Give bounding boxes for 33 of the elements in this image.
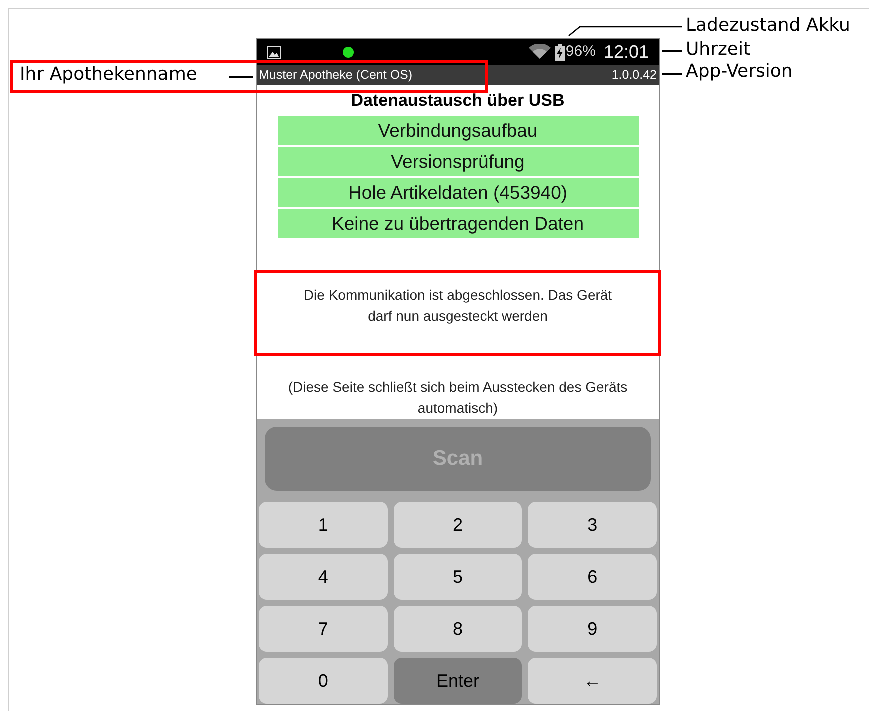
keypad-key[interactable]: 1 [259, 502, 388, 548]
screen-title: Datenaustausch über USB [351, 90, 565, 112]
progress-step: Verbindungsaufbau [278, 116, 638, 145]
keypad-key[interactable]: 3 [528, 502, 657, 548]
keypad-key[interactable]: 9 [528, 606, 657, 652]
keypad-key[interactable]: 2 [394, 502, 522, 548]
progress-step: Keine zu übertragenden Daten [278, 209, 638, 238]
annotation-label: Ladezustand Akku [686, 14, 850, 38]
keypad-key[interactable]: 0 [259, 658, 388, 704]
keypad-key[interactable]: ← [528, 658, 657, 704]
battery-level: 96% [566, 42, 596, 62]
leader-line [662, 73, 682, 74]
pharmacy-name: Muster Apotheke (Cent OS) [259, 66, 413, 84]
image-icon [267, 46, 281, 58]
keypad-key[interactable]: 6 [528, 554, 657, 600]
annotation-label: Ihr Apothekenname [20, 63, 198, 87]
keypad-key[interactable]: 7 [259, 606, 388, 652]
status-message: Die Kommunikation ist abgeschlossen. Das Gerät darf nun ausgesteckt werden [302, 286, 614, 326]
annotation-label: App-Version [686, 60, 793, 84]
progress-step: Hole Artikeldaten (453940) [278, 178, 638, 207]
keypad-key[interactable]: Enter [394, 658, 522, 704]
keypad-key[interactable]: 5 [394, 554, 522, 600]
progress-step: Versionsprüfung [278, 147, 638, 176]
app-version: 1.0.0.42 [612, 66, 657, 84]
battery-charging-icon [554, 44, 565, 60]
leader-line [229, 76, 253, 78]
keypad-key[interactable]: 8 [394, 606, 522, 652]
wifi-icon [528, 44, 551, 60]
annotation-label: Uhrzeit [686, 38, 751, 62]
leader-line [662, 50, 682, 52]
keypad-key[interactable]: 4 [259, 554, 388, 600]
clock-time: 12:01 [604, 40, 649, 64]
info-note: (Diese Seite schließt sich beim Ausstecken des Geräts automatisch) [287, 378, 629, 418]
